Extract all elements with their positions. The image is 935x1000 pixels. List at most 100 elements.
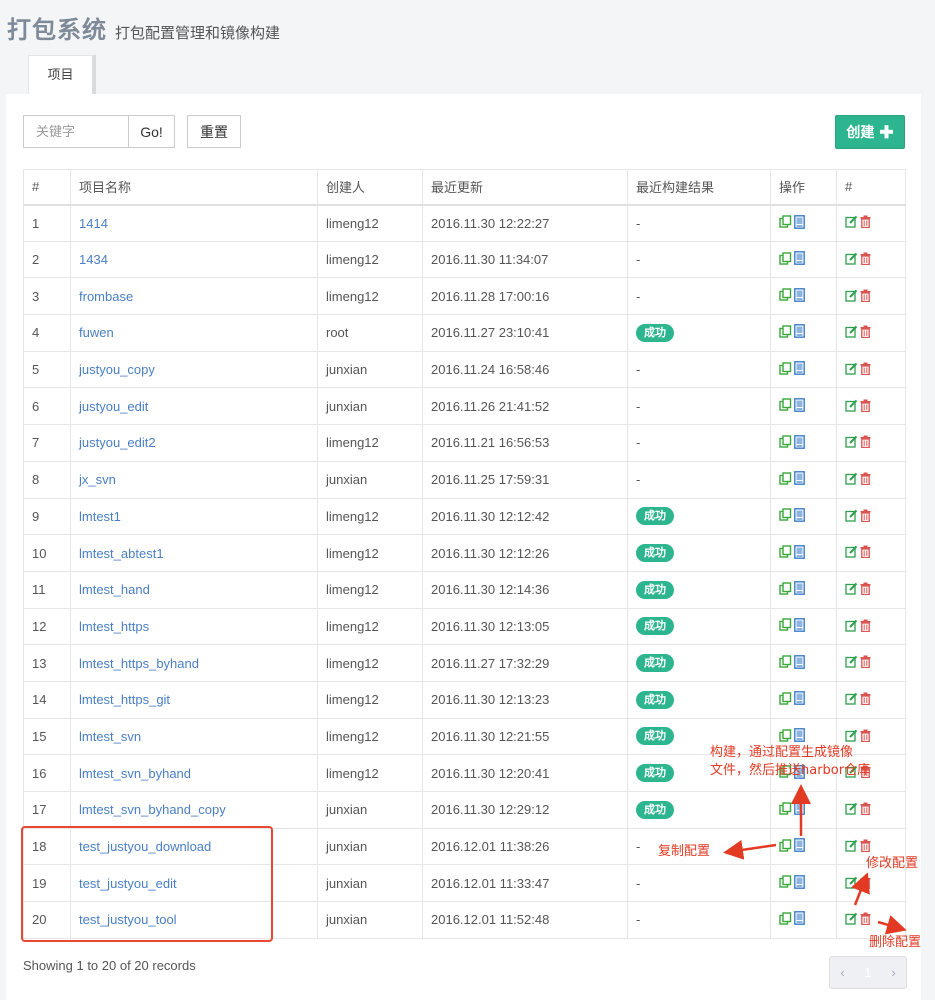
project-name-link[interactable]: 1414 (79, 216, 108, 231)
copy-icon[interactable] (779, 838, 792, 855)
build-icon[interactable] (794, 618, 805, 635)
project-name-link[interactable]: test_justyou_edit (79, 876, 177, 891)
build-icon[interactable] (794, 214, 805, 232)
trash-icon[interactable] (860, 289, 871, 305)
edit-icon[interactable] (845, 692, 858, 708)
edit-icon[interactable] (845, 215, 858, 231)
pagination-page-1[interactable]: 1 (855, 957, 881, 988)
build-icon[interactable] (794, 838, 805, 855)
copy-icon[interactable] (779, 912, 792, 928)
build-icon[interactable] (794, 471, 805, 488)
trash-icon[interactable] (860, 655, 871, 671)
copy-icon[interactable] (779, 435, 792, 451)
project-name-link[interactable]: test_justyou_download (79, 839, 211, 854)
build-icon[interactable] (794, 691, 805, 708)
reset-button[interactable]: 重置 (187, 115, 241, 148)
search-go-button[interactable]: Go! (128, 115, 175, 148)
trash-icon[interactable] (860, 325, 871, 341)
copy-icon[interactable] (779, 692, 792, 708)
build-icon[interactable] (794, 251, 805, 268)
edit-icon[interactable] (845, 876, 858, 892)
copy-icon[interactable] (779, 545, 792, 561)
project-name-link[interactable]: frombase (79, 289, 133, 304)
column-header-name[interactable]: 项目名称 (70, 169, 318, 206)
edit-icon[interactable] (845, 362, 858, 378)
edit-icon[interactable] (845, 912, 858, 928)
edit-icon[interactable] (845, 582, 858, 598)
project-name-link[interactable]: 1434 (79, 252, 108, 267)
trash-icon[interactable] (860, 619, 871, 635)
project-name-link[interactable]: lmtest_hand (79, 582, 150, 597)
trash-icon[interactable] (860, 252, 871, 268)
edit-icon[interactable] (845, 655, 858, 671)
project-name-link[interactable]: lmtest_svn (79, 729, 141, 744)
project-name-link[interactable]: lmtest_svn_byhand (79, 766, 191, 781)
build-icon[interactable] (794, 874, 805, 892)
trash-icon[interactable] (860, 692, 871, 708)
project-name-link[interactable]: lmtest_https (79, 619, 149, 634)
copy-icon[interactable] (779, 655, 792, 671)
copy-icon[interactable] (779, 215, 792, 231)
build-icon[interactable] (794, 911, 805, 928)
tab-projects[interactable]: 项目 (28, 55, 96, 94)
edit-icon[interactable] (845, 399, 858, 415)
project-name-link[interactable]: lmtest_https_git (79, 692, 170, 707)
project-name-link[interactable]: justyou_copy (79, 362, 155, 377)
project-name-link[interactable]: lmtest_svn_byhand_copy (79, 802, 226, 817)
copy-icon[interactable] (779, 508, 792, 524)
copy-icon[interactable] (779, 728, 792, 745)
build-icon[interactable] (794, 287, 805, 305)
trash-icon[interactable] (860, 729, 871, 745)
build-icon[interactable] (794, 361, 805, 378)
trash-icon[interactable] (860, 435, 871, 451)
build-icon[interactable] (794, 434, 805, 452)
copy-icon[interactable] (779, 325, 792, 341)
trash-icon[interactable] (860, 839, 871, 855)
build-icon[interactable] (794, 324, 805, 341)
copy-icon[interactable] (779, 471, 792, 488)
project-name-link[interactable]: lmtest_https_byhand (79, 656, 199, 671)
trash-icon[interactable] (860, 876, 871, 892)
copy-icon[interactable] (779, 875, 792, 891)
copy-icon[interactable] (779, 251, 792, 268)
edit-icon[interactable] (845, 509, 858, 525)
project-name-link[interactable]: fuwen (79, 325, 114, 340)
copy-icon[interactable] (779, 802, 792, 818)
edit-icon[interactable] (845, 252, 858, 268)
column-header-updated[interactable]: 最近更新 (422, 169, 628, 206)
edit-icon[interactable] (845, 545, 858, 561)
pagination-prev[interactable]: ‹ (830, 957, 855, 988)
copy-icon[interactable] (779, 582, 792, 598)
trash-icon[interactable] (860, 802, 871, 818)
trash-icon[interactable] (860, 362, 871, 378)
edit-icon[interactable] (845, 729, 858, 745)
project-name-link[interactable]: test_justyou_tool (79, 912, 177, 927)
edit-icon[interactable] (845, 325, 858, 341)
copy-icon[interactable] (779, 398, 792, 414)
build-icon[interactable] (794, 728, 805, 745)
pagination-next[interactable]: › (881, 957, 906, 988)
trash-icon[interactable] (860, 912, 871, 928)
edit-icon[interactable] (845, 619, 858, 635)
project-name-link[interactable]: justyou_edit (79, 399, 148, 414)
build-icon[interactable] (794, 507, 805, 525)
build-icon[interactable] (794, 654, 805, 672)
trash-icon[interactable] (860, 399, 871, 415)
trash-icon[interactable] (860, 545, 871, 561)
search-input[interactable] (23, 115, 128, 148)
edit-icon[interactable] (845, 802, 858, 818)
create-button[interactable]: 创建 ✚ (835, 115, 905, 149)
column-header-result[interactable]: 最近构建结果 (627, 169, 771, 206)
build-icon[interactable] (794, 801, 805, 818)
trash-icon[interactable] (860, 582, 871, 598)
project-name-link[interactable]: lmtest1 (79, 509, 121, 524)
copy-icon[interactable] (779, 288, 792, 304)
build-icon[interactable] (794, 397, 805, 415)
trash-icon[interactable] (860, 472, 871, 488)
project-name-link[interactable]: justyou_edit2 (79, 435, 156, 450)
project-name-link[interactable]: lmtest_abtest1 (79, 546, 164, 561)
build-icon[interactable] (794, 544, 805, 562)
build-icon[interactable] (794, 581, 805, 598)
copy-icon[interactable] (779, 361, 792, 378)
edit-icon[interactable] (845, 435, 858, 451)
